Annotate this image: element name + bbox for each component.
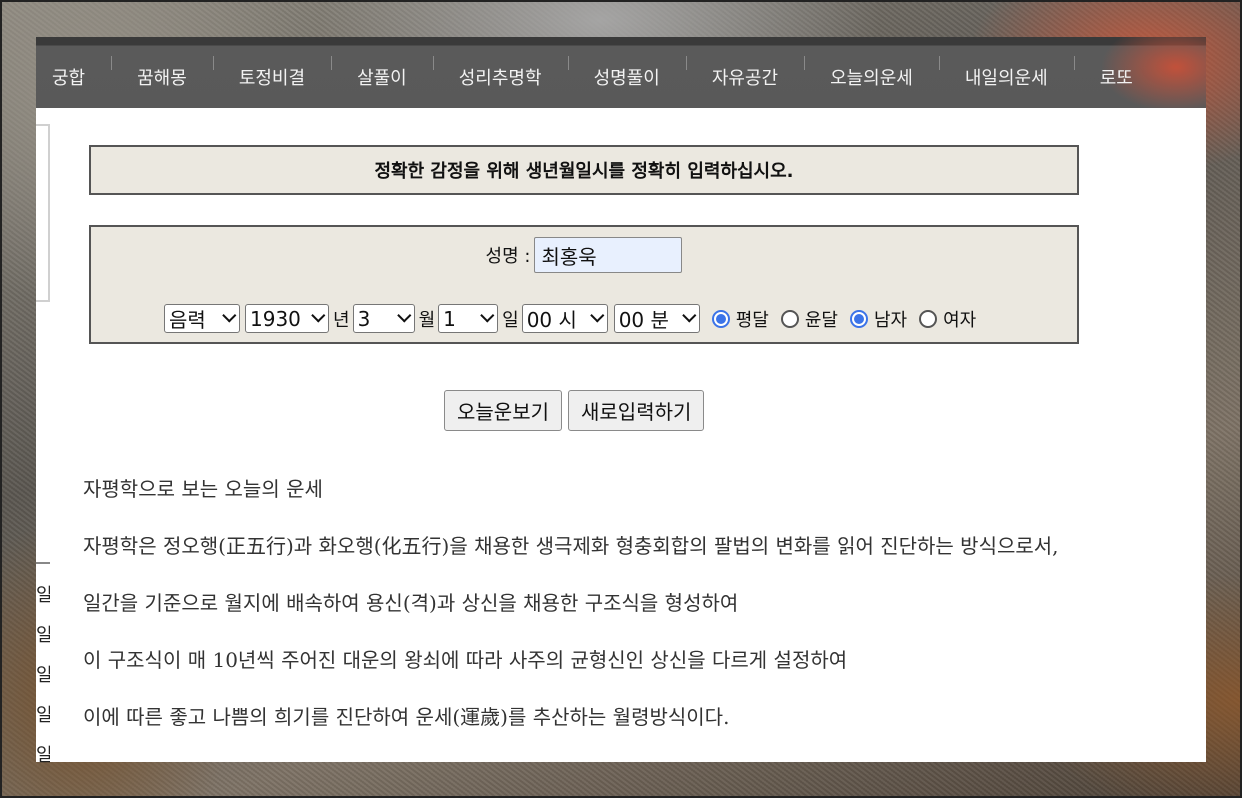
year-select[interactable]: 1930 — [245, 304, 329, 333]
name-input[interactable] — [534, 237, 683, 273]
description-paragraph: 이 구조식이 매 10년씩 주어진 대운의 왕쇠에 따라 사주의 균형신인 상신… — [83, 648, 848, 672]
calendar-type-select[interactable]: 음력 — [164, 304, 240, 333]
nav-item-tojeong[interactable]: 토정비결 — [212, 55, 331, 90]
nav-item-dream[interactable]: 꿈해몽 — [111, 55, 213, 90]
day-unit: 일 — [502, 309, 519, 331]
left-char: 일 — [36, 625, 50, 646]
chevron-down-icon — [480, 307, 495, 323]
nav-item-lotto[interactable]: 로또 — [1073, 55, 1159, 90]
chevron-down-icon — [396, 307, 411, 323]
day-value: 1 — [443, 306, 456, 331]
nav-item-seongri[interactable]: 성리추명학 — [432, 55, 568, 90]
radio-male[interactable]: 남자 — [849, 306, 908, 332]
name-label: 성명 : — [485, 246, 531, 267]
radio-unchecked-icon — [780, 309, 799, 328]
left-char: 일 — [36, 745, 50, 766]
description-paragraph: 자평학은 정오행(正五行)과 화오행(化五行)을 채용한 생극제화 형충회합의 … — [83, 534, 1059, 558]
nav-item-tomorrow-fortune[interactable]: 내일의운세 — [938, 55, 1074, 90]
minute-select[interactable]: 00 분 — [613, 304, 700, 333]
left-char: 일 — [36, 665, 50, 686]
top-nav-bar: 궁합 꿈해몽 토정비결 살풀이 성리추명학 성명풀이 자유공간 오늘의운세 내일… — [36, 37, 1206, 108]
radio-label: 남자 — [873, 309, 908, 331]
radio-label: 윤달 — [804, 309, 838, 331]
view-today-button[interactable]: 오늘운보기 — [444, 390, 562, 431]
radio-label: 평달 — [735, 309, 769, 331]
nav-item-today-fortune[interactable]: 오늘의운세 — [804, 55, 939, 90]
month-select[interactable]: 3 — [352, 304, 415, 333]
nav-menu: 궁합 꿈해몽 토정비결 살풀이 성리추명학 성명풀이 자유공간 오늘의운세 내일… — [36, 45, 1159, 108]
month-value: 3 — [357, 306, 371, 331]
nav-item-salpuri[interactable]: 살풀이 — [331, 55, 433, 90]
radio-leap-month[interactable]: 윤달 — [780, 306, 838, 332]
radio-normal-month[interactable]: 평달 — [711, 306, 769, 332]
chevron-down-icon — [681, 307, 697, 323]
chevron-down-icon — [311, 307, 326, 323]
day-select[interactable]: 1 — [438, 304, 499, 333]
description-paragraph: 이에 따른 좋고 나쁨의 희기를 진단하여 운세(運歲)를 추산하는 월령방식이… — [83, 705, 730, 729]
action-buttons: 오늘운보기 새로입력하기 — [444, 390, 705, 431]
birth-date-row: 음력 1930 년 3 월 1 일 00 시 00 분 평달 윤달 남자 여자 — [164, 304, 976, 333]
chevron-down-icon — [222, 307, 237, 323]
birth-info-form: 성명 : 음력 1930 년 3 월 1 일 00 시 00 분 — [89, 225, 1079, 344]
radio-checked-icon — [711, 309, 730, 328]
name-row: 성명 : — [91, 237, 1077, 273]
left-divider — [36, 562, 50, 564]
minute-value: 00 분 — [618, 308, 669, 332]
chevron-down-icon — [589, 307, 605, 323]
month-unit: 월 — [418, 309, 436, 331]
reset-button[interactable]: 새로입력하기 — [568, 390, 705, 431]
hour-select[interactable]: 00 시 — [521, 304, 608, 333]
calendar-type-value: 음력 — [169, 308, 206, 332]
year-value: 1930 — [250, 306, 301, 331]
nav-item-compatibility[interactable]: 궁합 — [36, 64, 111, 90]
description-paragraph: 일간을 기준으로 월지에 배속하여 용신(격)과 상신을 채용한 구조식을 형성… — [83, 591, 739, 615]
notice-banner: 정확한 감정을 위해 생년월일시를 정확히 입력하십시오. — [89, 145, 1079, 195]
radio-checked-icon — [849, 309, 868, 328]
hour-value: 00 시 — [526, 308, 577, 332]
year-unit: 년 — [333, 309, 350, 331]
left-sidebar-fragment — [36, 124, 50, 302]
description-heading: 자평학으로 보는 오늘의 운세 — [83, 477, 323, 501]
description-text: 자평학으로 보는 오늘의 운세 자평학은 정오행(正五行)과 화오행(化五行)을… — [83, 470, 1198, 755]
left-text-fragment: 일 일 일 일 일 — [36, 576, 50, 776]
radio-label: 여자 — [943, 309, 977, 331]
nav-item-free-board[interactable]: 자유공간 — [685, 55, 804, 90]
radio-female[interactable]: 여자 — [919, 306, 976, 332]
left-char: 일 — [36, 705, 50, 726]
radio-unchecked-icon — [919, 309, 938, 328]
left-char: 일 — [36, 585, 50, 606]
nav-item-name-reading[interactable]: 성명풀이 — [567, 55, 686, 90]
